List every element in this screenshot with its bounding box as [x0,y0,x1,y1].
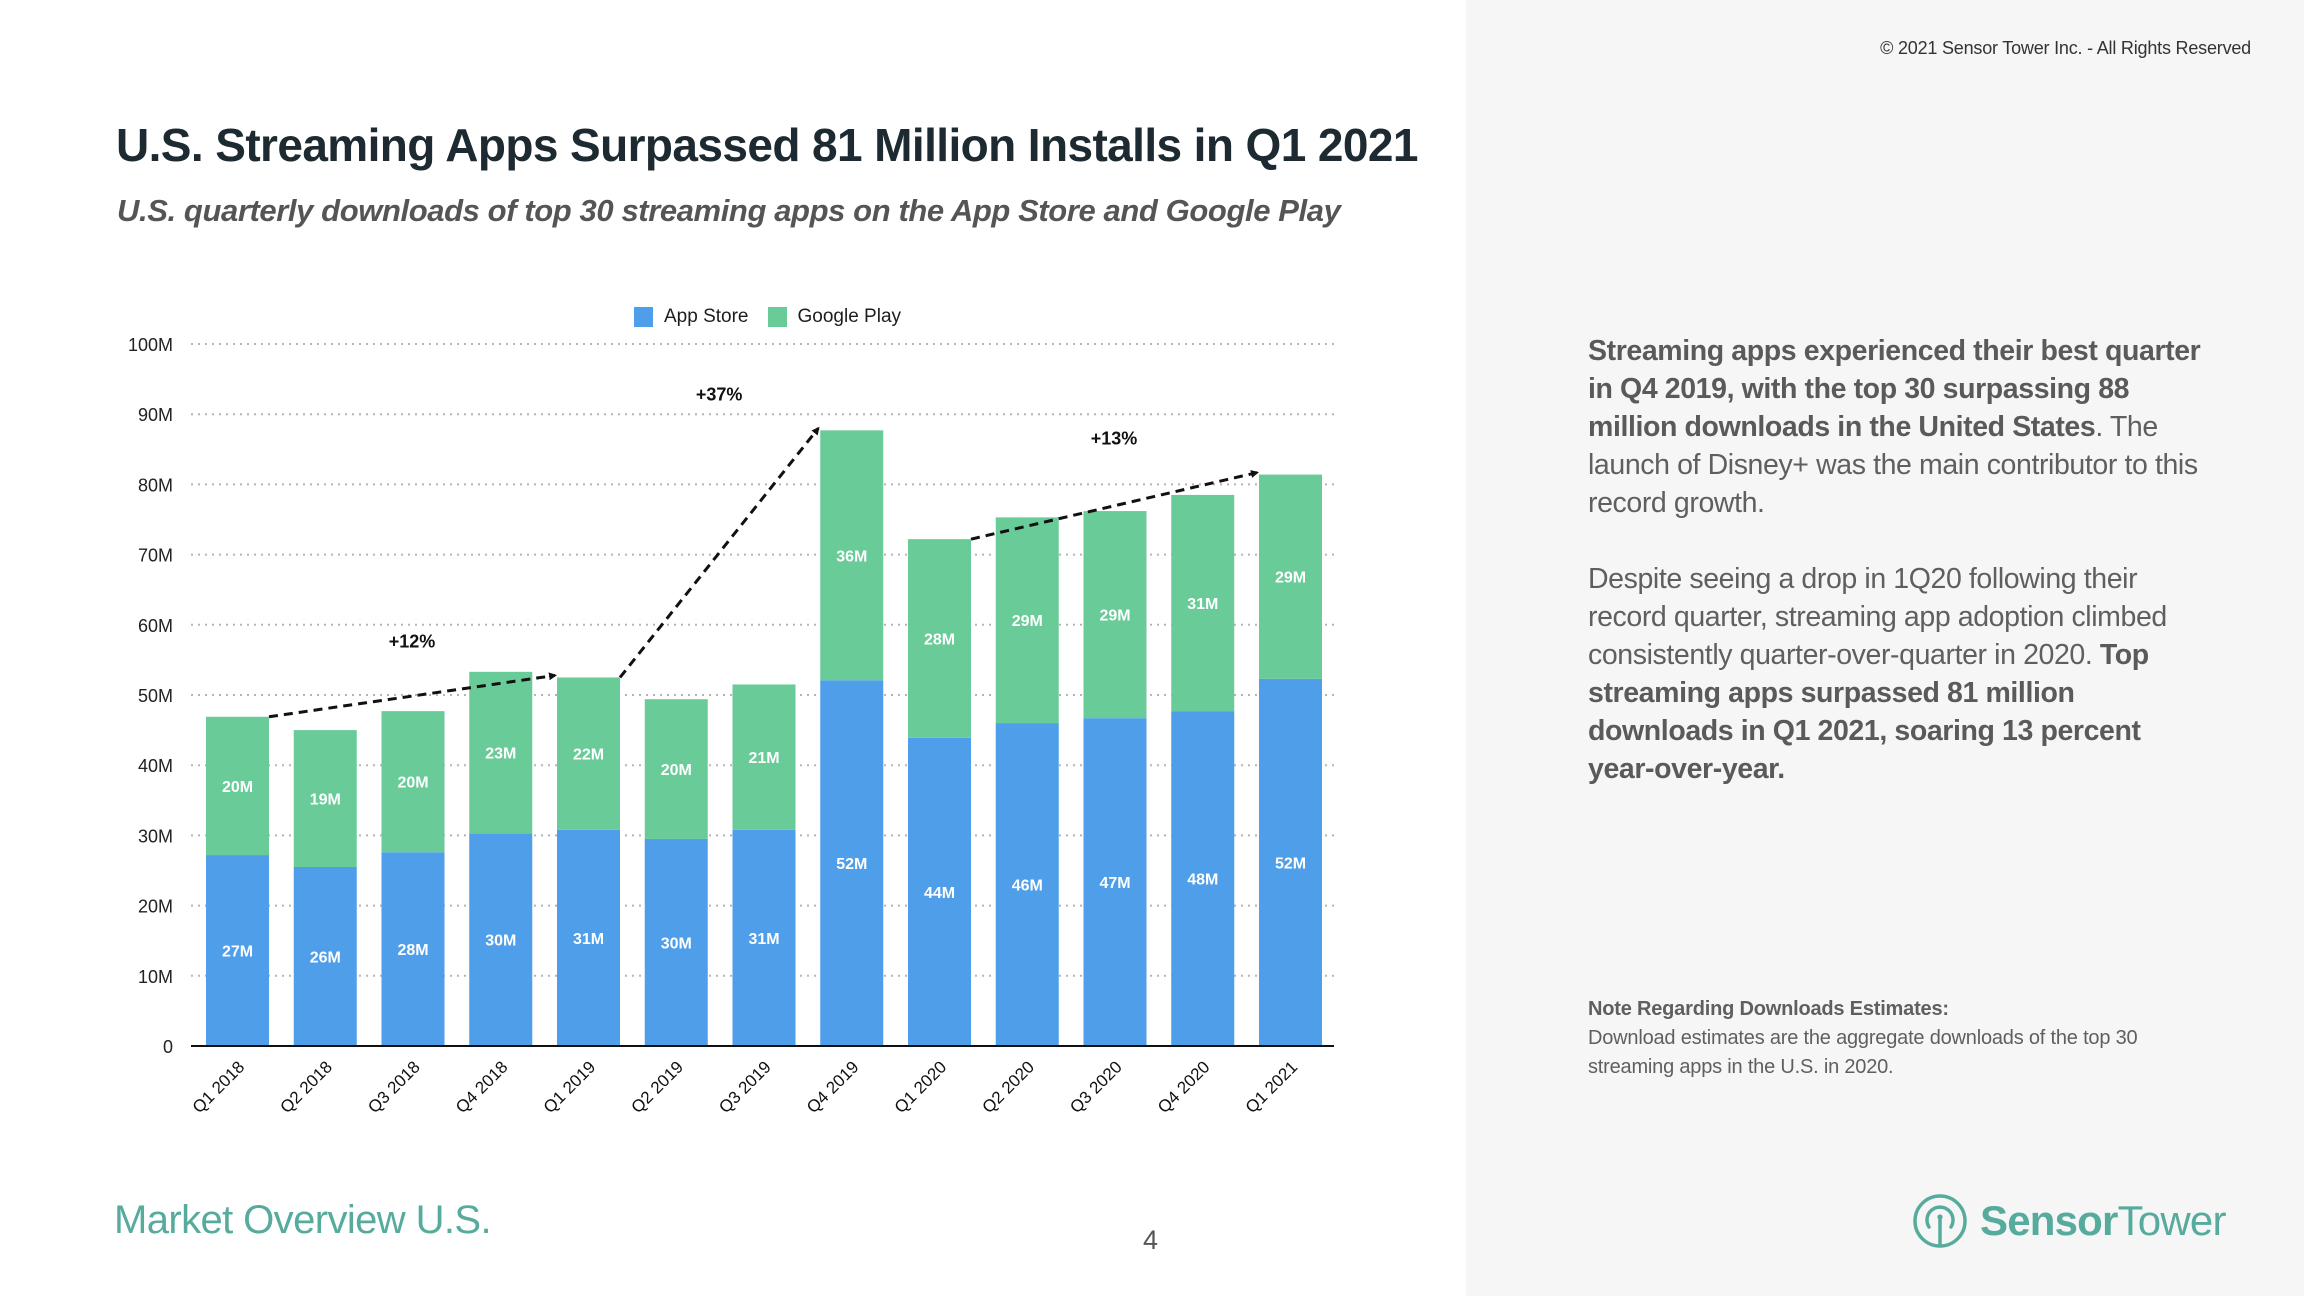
x-tick-label: Q2 2020 [979,1057,1039,1117]
note-body: Download estimates are the aggregate dow… [1588,1027,2138,1078]
y-tick-label: 0 [163,1037,173,1057]
data-label-app-store: 44M [924,885,955,902]
data-label-google-play: 36M [836,548,867,565]
data-label-app-store: 26M [310,949,341,966]
commentary-paragraph-2: Despite seeing a drop in 1Q20 following … [1588,560,2208,788]
data-label-google-play: 20M [661,762,692,779]
y-tick-label: 60M [138,616,173,636]
data-label-app-store: 52M [836,856,867,873]
y-tick-label: 80M [138,475,173,495]
data-label-google-play: 29M [1012,613,1043,630]
commentary-text: Streaming apps experienced their best qu… [1588,332,2208,826]
commentary-p2-regular: Despite seeing a drop in 1Q20 following … [1588,563,2167,671]
data-label-google-play: 22M [573,747,604,764]
y-tick-label: 70M [138,546,173,566]
sensor-tower-logo-icon [1913,1194,1967,1248]
data-label-app-store: 27M [222,944,253,961]
x-tick-label: Q1 2020 [891,1057,951,1117]
y-axis-ticks: 0 10M 20M 30M 40M 50M 60M 70M 80M 90M 100M [128,335,173,1057]
stacked-bar-chart: 010M20M30M40M50M60M70M80M90M100M 27M20M2… [128,335,1334,1117]
commentary-paragraph-1: Streaming apps experienced their best qu… [1588,332,2208,522]
growth-label: +13% [1091,429,1138,449]
x-axis-ticks: Q1 2018 Q2 2018 Q3 2018 Q4 2018 Q1 2019 Q2 20… [189,1057,1302,1117]
y-tick-label: 40M [138,756,173,776]
x-tick-label: Q3 2019 [715,1057,775,1117]
x-tick-label: Q4 2018 [452,1057,512,1117]
logo-wordmark: SensorTower [1980,1197,2226,1245]
data-label-app-store: 52M [1275,855,1306,872]
growth-arrow [618,426,820,679]
data-label-google-play: 19M [310,792,341,809]
data-label-google-play: 20M [222,779,253,796]
data-label-app-store: 30M [661,935,692,952]
x-tick-label: Q4 2019 [803,1057,863,1117]
page-number: 4 [1143,1225,1159,1255]
downloads-note: Note Regarding Downloads Estimates: Down… [1588,995,2228,1082]
data-label-google-play: 20M [397,775,428,792]
data-label-google-play: 31M [1187,596,1218,613]
y-tick-label: 50M [138,686,173,706]
logo-word-tower: Tower [2117,1197,2227,1244]
y-tick-label: 100M [128,335,173,355]
x-tick-label: Q4 2020 [1154,1057,1214,1117]
data-label-google-play: 29M [1275,570,1306,587]
data-label-google-play: 21M [748,750,779,767]
x-tick-label: Q1 2021 [1242,1057,1302,1117]
x-tick-label: Q3 2020 [1066,1057,1126,1117]
data-label-app-store: 48M [1187,872,1218,889]
growth-label: +37% [696,384,743,404]
logo-word-sensor: Sensor [1980,1197,2118,1244]
x-tick-label: Q1 2019 [540,1057,600,1117]
section-name: Market Overview U.S. [114,1198,492,1242]
data-label-google-play: 29M [1099,608,1130,625]
data-label-google-play: 28M [924,631,955,648]
y-tick-label: 20M [138,897,173,917]
growth-label: +12% [389,631,436,651]
y-tick-label: 30M [138,826,173,846]
y-tick-label: 90M [138,405,173,425]
data-label-google-play: 23M [485,746,516,763]
sensor-tower-logo: SensorTower [1912,1193,2226,1249]
x-tick-label: Q2 2018 [277,1057,337,1117]
y-tick-label: 10M [138,967,173,987]
bars: 27M 20M 26M 19M 28M 20M 30M 23M 31M 22M 30M 20M 31M 2… [206,430,1322,1046]
data-label-app-store: 28M [397,942,428,959]
data-label-app-store: 30M [485,933,516,950]
data-label-app-store: 47M [1099,875,1130,892]
data-label-app-store: 31M [573,931,604,948]
copyright-notice: © 2021 Sensor Tower Inc. - All Rights Re… [1880,38,2251,58]
x-tick-label: Q2 2019 [628,1057,688,1117]
data-label-app-store: 31M [748,931,779,948]
x-tick-label: Q1 2018 [189,1057,249,1117]
x-tick-label: Q3 2018 [364,1057,424,1117]
note-heading: Note Regarding Downloads Estimates: [1588,998,1949,1020]
data-label-app-store: 46M [1012,878,1043,895]
